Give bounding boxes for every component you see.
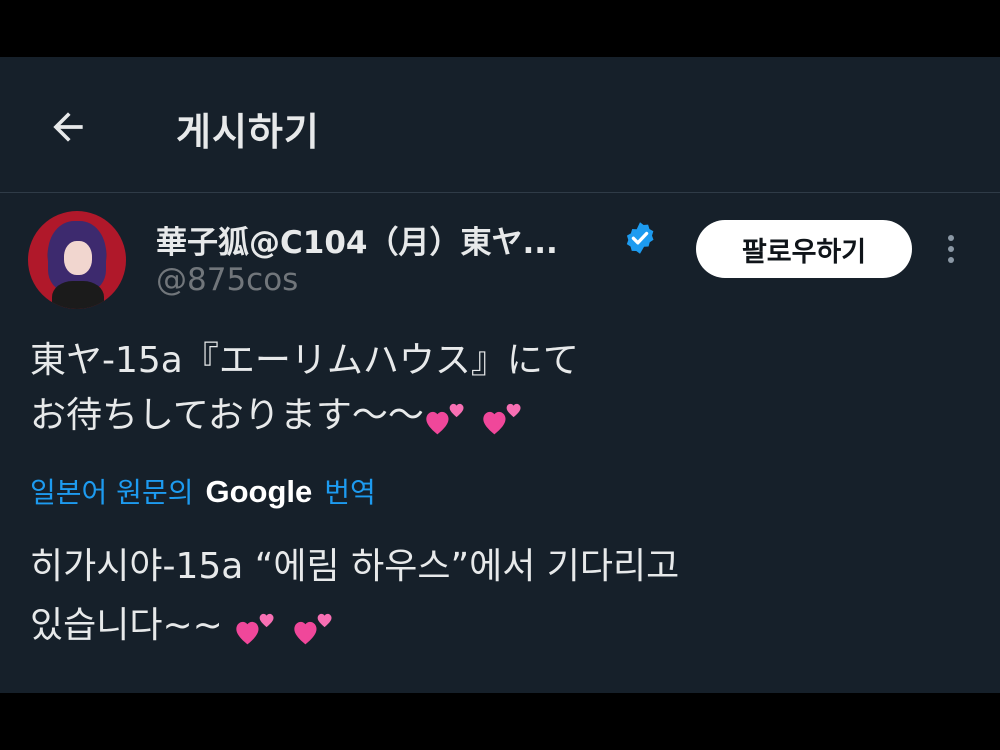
translation-suffix[interactable]: 번역 bbox=[324, 471, 376, 511]
two-hearts-icon bbox=[234, 598, 337, 657]
more-dot bbox=[948, 246, 954, 252]
avatar-body bbox=[52, 281, 104, 309]
post-screen: 게시하기 華子狐@C104（月）東ヤ... @875cos 팔로우하기 東ヤ-1… bbox=[0, 57, 1000, 693]
google-logo: Google bbox=[205, 474, 313, 509]
translated-line-2-text: 있습니다~~ bbox=[30, 605, 223, 646]
two-hearts-icon bbox=[424, 390, 527, 445]
tweet-text: 東ヤ-15a『エーリムハウス』にて お待ちしております〜〜 bbox=[30, 333, 579, 445]
tweet-line-2: お待ちしております〜〜 bbox=[30, 388, 579, 445]
page-title: 게시하기 bbox=[176, 110, 320, 154]
translated-line-1: 히가시야-15a “에림 하우스”에서 기다리고 bbox=[30, 546, 680, 587]
tweet-line-2-text: お待ちしております〜〜 bbox=[30, 395, 424, 436]
back-button[interactable] bbox=[36, 97, 100, 157]
header: 게시하기 bbox=[0, 57, 1000, 193]
more-dot bbox=[948, 235, 954, 241]
translation-attribution[interactable]: 일본어 원문의 Google 번역 bbox=[30, 471, 376, 511]
user-handle[interactable]: @875cos bbox=[156, 262, 298, 298]
translated-text: 히가시야-15a “에림 하우스”에서 기다리고 있습니다~~ bbox=[30, 537, 679, 657]
display-name[interactable]: 華子狐@C104（月）東ヤ... bbox=[156, 217, 558, 262]
arrow-left-icon bbox=[53, 112, 83, 142]
translation-prefix[interactable]: 일본어 원문의 bbox=[30, 471, 193, 511]
follow-button[interactable]: 팔로우하기 bbox=[696, 220, 912, 278]
top-letterbox bbox=[0, 0, 1000, 57]
more-vertical-icon[interactable] bbox=[936, 229, 966, 269]
tweet-line-1: 東ヤ-15a『エーリムハウス』にて bbox=[30, 340, 579, 381]
avatar[interactable] bbox=[28, 211, 126, 309]
verified-badge-icon bbox=[626, 222, 654, 254]
avatar-face bbox=[64, 241, 92, 275]
more-dot bbox=[948, 257, 954, 263]
bottom-letterbox bbox=[0, 693, 1000, 750]
translated-line-2: 있습니다~~ bbox=[30, 596, 679, 657]
